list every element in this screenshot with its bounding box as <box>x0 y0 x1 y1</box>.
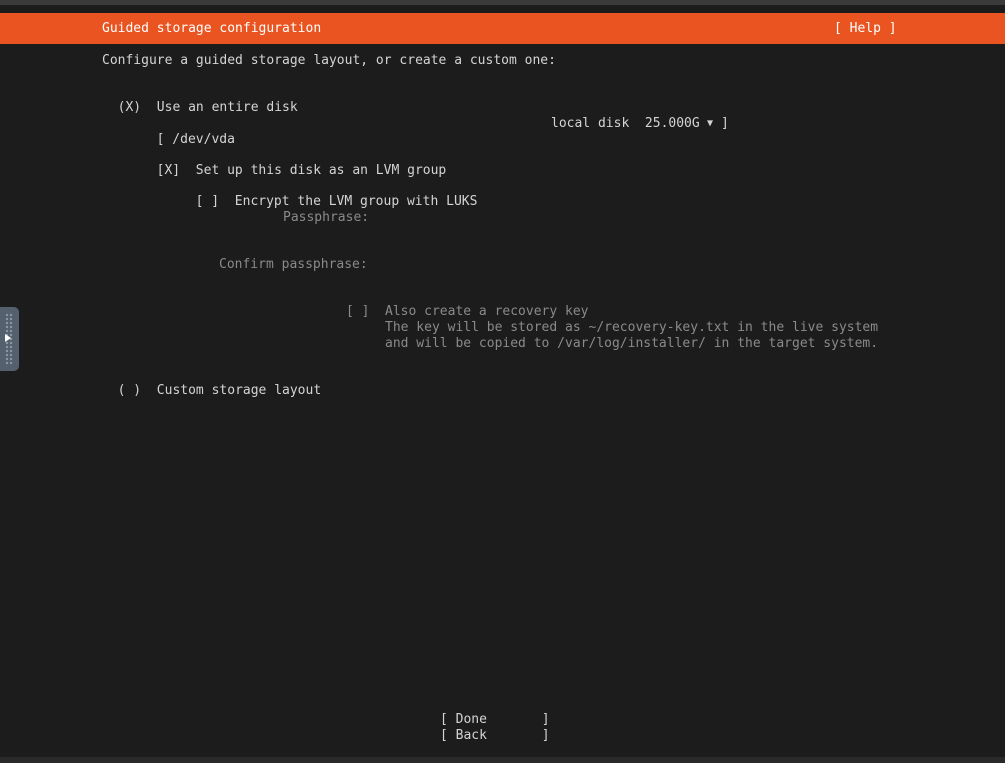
recovery-key-label: Also create a recovery key <box>385 304 589 319</box>
lvm-checkbox[interactable]: [X] <box>157 163 180 178</box>
use-entire-disk-radio[interactable]: (X) <box>118 100 141 115</box>
encrypt-checkbox[interactable]: [ ] <box>196 194 219 209</box>
passphrase-label: Passphrase: <box>283 210 370 225</box>
dropdown-arrow-icon: ▼ <box>707 118 714 129</box>
recovery-key-checkbox[interactable]: [ ] <box>346 304 369 320</box>
done-button[interactable]: [ Done ] <box>440 712 550 728</box>
lvm-label: Set up this disk as an LVM group <box>195 163 447 178</box>
confirm-passphrase-label: Confirm passphrase: <box>219 257 368 272</box>
title-bar: Guided storage configuration [ Help ] <box>0 13 1005 44</box>
use-entire-disk-option[interactable]: (X) Use an entire disk <box>102 84 298 116</box>
encrypt-label: Encrypt the LVM group with LUKS <box>234 194 478 209</box>
custom-layout-radio[interactable]: ( ) <box>118 383 141 398</box>
lvm-option[interactable]: [X] Set up this disk as an LVM group <box>141 147 447 179</box>
passphrase-field[interactable] <box>385 210 865 226</box>
recovery-key-note-1: The key will be stored as ~/recovery-key… <box>385 320 879 335</box>
recovery-key-note-2: and will be copied to /var/log/installer… <box>385 336 879 351</box>
custom-layout-option[interactable]: ( ) Custom storage layout <box>102 367 322 399</box>
disk-info: local disk 25.000G <box>551 116 700 131</box>
page-title: Guided storage configuration <box>102 21 322 36</box>
window-top-border <box>0 0 1005 5</box>
disk-path: [ /dev/vda <box>156 132 235 147</box>
expand-arrow-icon <box>5 334 11 342</box>
encrypt-option[interactable]: [ ] Encrypt the LVM group with LUKS <box>180 178 478 210</box>
back-button[interactable]: [ Back ] <box>440 728 550 744</box>
help-button[interactable]: [ Help ] <box>834 21 897 36</box>
window-bottom-border <box>0 757 1005 763</box>
confirm-passphrase-field[interactable] <box>385 257 865 273</box>
intro-text: Configure a guided storage layout, or cr… <box>102 53 556 68</box>
custom-layout-label: Custom storage layout <box>156 383 322 398</box>
side-panel-handle[interactable] <box>0 307 19 371</box>
disk-select-close: ] <box>721 116 729 131</box>
use-entire-disk-label: Use an entire disk <box>156 100 298 115</box>
